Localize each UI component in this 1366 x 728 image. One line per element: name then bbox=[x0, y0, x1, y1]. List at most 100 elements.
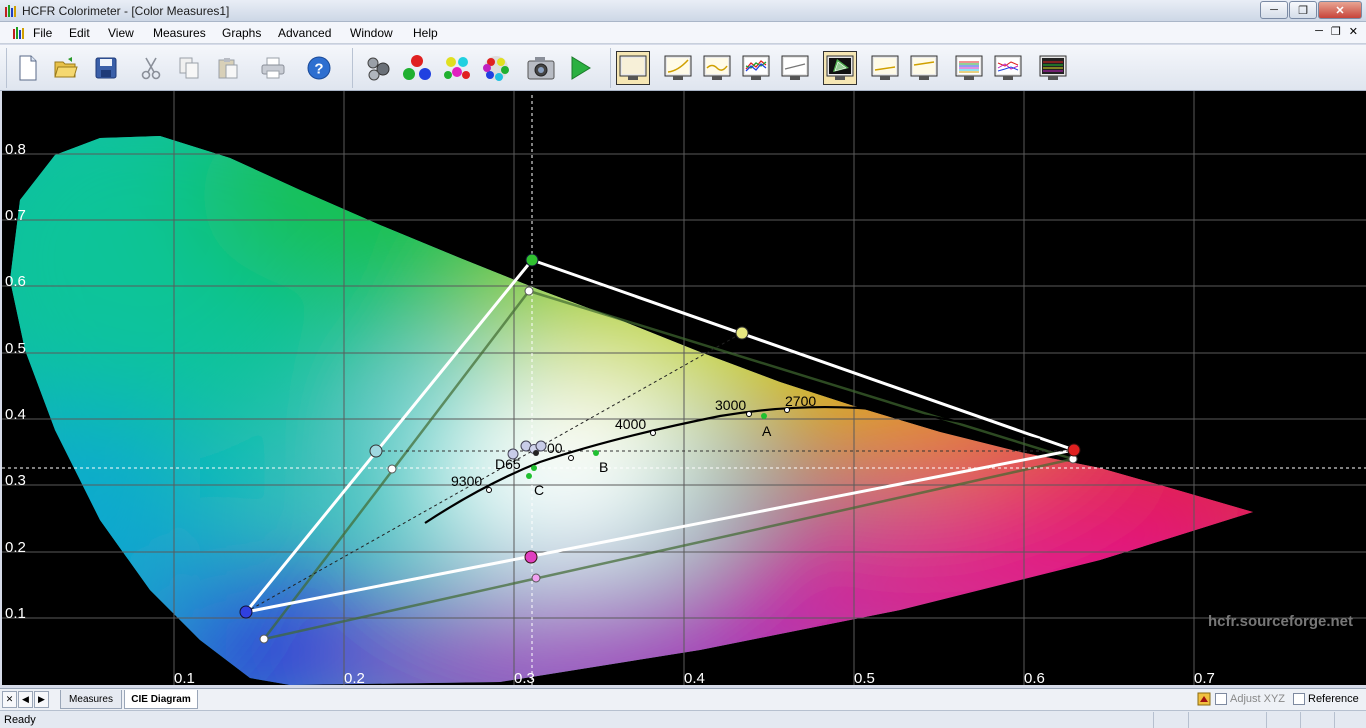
illuminant-c-point bbox=[526, 473, 532, 479]
mdi-close-button[interactable]: ✕ bbox=[1349, 25, 1358, 38]
illuminant-d65-point bbox=[531, 465, 537, 471]
measured-blue-point[interactable] bbox=[239, 605, 253, 619]
cie-diagram[interactable]: 2700 3000 4000 9300 00 D65 A B C 0.8 0.7 0… bbox=[2, 91, 1366, 685]
status-panel-5 bbox=[1334, 712, 1366, 728]
reference-cyan-marker bbox=[387, 464, 397, 474]
status-text: Ready bbox=[4, 714, 36, 726]
illuminant-a-point bbox=[761, 413, 767, 419]
play-icon[interactable] bbox=[563, 51, 597, 85]
x-tick-label: 0.1 bbox=[174, 670, 195, 685]
svg-text:?: ? bbox=[314, 61, 323, 78]
watermark: hcfr.sourceforge.net bbox=[1208, 613, 1353, 630]
secondary-colors-icon[interactable] bbox=[440, 51, 474, 85]
status-panel-3 bbox=[1266, 712, 1300, 728]
menu-advanced[interactable]: Advanced bbox=[278, 26, 331, 40]
y-tick-label: 0.4 bbox=[5, 406, 26, 423]
x-tick-label: 0.3 bbox=[514, 670, 535, 685]
graph-delta-e-icon[interactable] bbox=[868, 51, 902, 85]
label-9300: 9300 bbox=[451, 473, 482, 489]
menu-edit[interactable]: Edit bbox=[69, 26, 90, 40]
cie-diagram-canvas: 2700 3000 4000 9300 00 D65 A B C 0.8 0.7 0… bbox=[2, 91, 1366, 685]
temp-6500-marker bbox=[568, 455, 574, 461]
document-icon bbox=[13, 27, 24, 39]
x-tick-label: 0.2 bbox=[344, 670, 365, 685]
open-icon[interactable] bbox=[49, 51, 83, 85]
menu-bar: File Edit View Measures Graphs Advanced … bbox=[0, 22, 1366, 44]
x-tick-label: 0.4 bbox=[684, 670, 705, 685]
y-tick-label: 0.1 bbox=[5, 605, 26, 622]
first-tab-button[interactable]: ✕ bbox=[2, 691, 17, 708]
temp-3000-marker bbox=[746, 411, 752, 417]
menu-view[interactable]: View bbox=[108, 26, 134, 40]
x-tick-label: 0.7 bbox=[1194, 670, 1215, 685]
title-bar: HCFR Colorimeter - [Color Measures1] ─ ❐… bbox=[0, 0, 1366, 22]
measured-magenta-point[interactable] bbox=[524, 550, 538, 564]
label-illuminant-c: C bbox=[534, 482, 544, 498]
camera-icon[interactable] bbox=[524, 51, 558, 85]
reference-magenta-marker bbox=[531, 573, 541, 583]
label-temp-partial: 00 bbox=[547, 440, 563, 456]
graph-saturation-icon[interactable] bbox=[907, 51, 941, 85]
menu-graphs[interactable]: Graphs bbox=[222, 26, 261, 40]
label-illuminant-a: A bbox=[762, 423, 772, 439]
reference-checkbox[interactable] bbox=[1293, 693, 1305, 705]
adjust-xyz-label: Adjust XYZ bbox=[1230, 693, 1286, 705]
menu-window[interactable]: Window bbox=[350, 26, 393, 40]
label-3000: 3000 bbox=[715, 397, 746, 413]
measured-red-point[interactable] bbox=[1067, 443, 1081, 457]
reference-label: Reference bbox=[1308, 693, 1359, 705]
adjust-xyz-checkbox[interactable] bbox=[1215, 693, 1227, 705]
help-icon[interactable]: ? bbox=[302, 51, 336, 85]
menu-measures[interactable]: Measures bbox=[153, 26, 206, 40]
status-bar: Ready bbox=[0, 710, 1366, 728]
next-tab-button[interactable]: ▶ bbox=[34, 691, 49, 708]
menu-file[interactable]: File bbox=[33, 26, 52, 40]
cut-icon[interactable] bbox=[134, 51, 168, 85]
graph-luminance-icon[interactable] bbox=[700, 51, 734, 85]
tab-measures[interactable]: Measures bbox=[60, 690, 122, 709]
graph-sat-lum-icon[interactable] bbox=[952, 51, 986, 85]
close-button[interactable]: ✕ bbox=[1318, 1, 1362, 19]
mdi-minimize-button[interactable]: ─ bbox=[1315, 25, 1323, 38]
minimize-button[interactable]: ─ bbox=[1260, 1, 1288, 19]
x-tick-label: 0.5 bbox=[854, 670, 875, 685]
paste-icon[interactable] bbox=[211, 51, 245, 85]
measured-green-point[interactable] bbox=[525, 253, 539, 267]
toolbar: ? bbox=[0, 45, 1366, 91]
app-icon bbox=[5, 5, 16, 17]
y-tick-label: 0.8 bbox=[5, 141, 26, 158]
mdi-restore-button[interactable]: ❐ bbox=[1331, 25, 1341, 38]
x-tick-label: 0.6 bbox=[1024, 670, 1045, 685]
primary-colors-icon[interactable] bbox=[400, 51, 434, 85]
sheet-tab-bar: ✕ ◀ ▶ Measures CIE Diagram Adjust XYZ Re… bbox=[0, 688, 1366, 710]
tab-cie-diagram[interactable]: CIE Diagram bbox=[124, 690, 198, 709]
graph-grayscale-icon[interactable] bbox=[616, 51, 650, 85]
graph-measures-icon[interactable] bbox=[1036, 51, 1070, 85]
label-d65: D65 bbox=[495, 456, 521, 472]
window-controls: ─ ❐ ✕ bbox=[1259, 1, 1362, 19]
graph-rgb-levels-icon[interactable] bbox=[739, 51, 773, 85]
temp-9300-marker bbox=[486, 487, 492, 493]
measured-yellow-point[interactable] bbox=[735, 326, 749, 340]
label-4000: 4000 bbox=[615, 416, 646, 432]
label-illuminant-b: B bbox=[599, 459, 608, 475]
print-icon[interactable] bbox=[256, 51, 290, 85]
copy-icon[interactable] bbox=[172, 51, 206, 85]
prev-tab-button[interactable]: ◀ bbox=[18, 691, 33, 708]
new-icon[interactable] bbox=[11, 51, 45, 85]
graph-temperature-icon[interactable] bbox=[778, 51, 812, 85]
y-tick-label: 0.6 bbox=[5, 273, 26, 290]
status-panel-1 bbox=[1153, 712, 1188, 728]
maximize-button[interactable]: ❐ bbox=[1289, 1, 1317, 19]
illuminant-b-point bbox=[593, 450, 599, 456]
graph-color-comp-icon[interactable] bbox=[991, 51, 1025, 85]
graph-cie-icon[interactable] bbox=[823, 51, 857, 85]
label-2700: 2700 bbox=[785, 393, 816, 409]
measured-cyan-point[interactable] bbox=[369, 444, 383, 458]
graph-gamma-icon[interactable] bbox=[661, 51, 695, 85]
menu-help[interactable]: Help bbox=[413, 26, 438, 40]
color-palette-icon[interactable] bbox=[479, 51, 513, 85]
sensor-icon[interactable] bbox=[361, 51, 395, 85]
y-tick-label: 0.7 bbox=[5, 207, 26, 224]
save-icon[interactable] bbox=[89, 51, 123, 85]
